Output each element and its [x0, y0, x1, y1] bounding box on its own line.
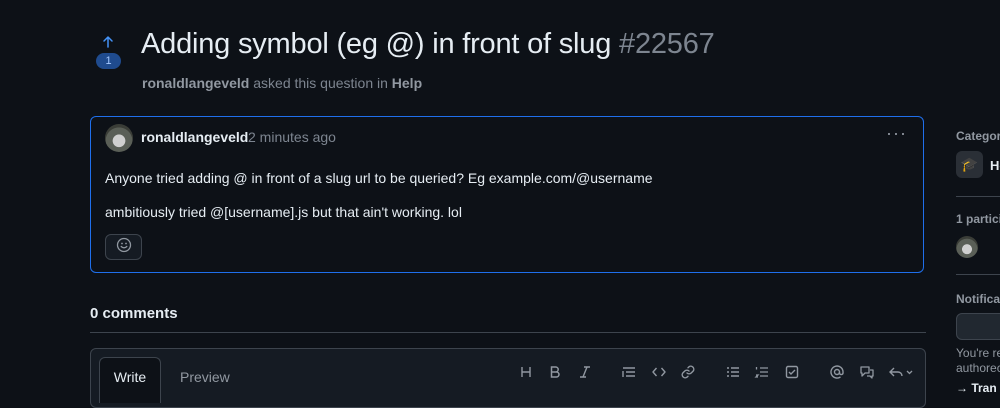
cross-reference-icon[interactable] [858, 363, 876, 381]
post-author[interactable]: ronaldlangeveld [141, 129, 248, 145]
discussion-title: Adding symbol (eg @) in front of slug [141, 28, 612, 60]
divider [956, 196, 1000, 197]
upvote-arrow-icon[interactable] [100, 34, 116, 50]
post-timestamp[interactable]: 2 minutes ago [248, 129, 336, 145]
transfer-link[interactable]: → Tran [956, 381, 997, 395]
vote-count[interactable]: 1 [96, 53, 121, 69]
discussion-post: ronaldlangeveld 2 minutes ago ··· Anyone… [90, 116, 924, 273]
sidebar-notifications-heading: Notificat [956, 292, 1000, 306]
bold-icon[interactable] [546, 363, 564, 381]
asked-text: asked this question in [253, 75, 388, 91]
divider [956, 274, 1000, 275]
tab-preview[interactable]: Preview [180, 369, 230, 385]
notification-line: authorec [956, 361, 1000, 375]
graduation-cap-icon: 🎓 [956, 151, 983, 178]
quote-icon[interactable] [620, 363, 638, 381]
smiley-icon [116, 237, 132, 258]
comments-heading: 0 comments [90, 305, 178, 322]
category-link[interactable]: Help [392, 75, 422, 91]
notification-description: You're re authorec [956, 346, 1000, 376]
transfer-label: Tran [971, 381, 997, 395]
discussion-meta: ronaldlangeveld asked this question in H… [142, 75, 422, 91]
link-icon[interactable] [679, 363, 697, 381]
post-paragraph: ambitiously tried @[username].js but tha… [105, 204, 462, 220]
ordered-list-icon[interactable] [753, 363, 771, 381]
arrow-right-icon: → [956, 381, 968, 395]
avatar[interactable] [105, 124, 133, 152]
discussion-number: #22567 [619, 28, 715, 60]
italic-icon[interactable] [576, 363, 594, 381]
heading-icon[interactable] [517, 363, 535, 381]
mention-icon[interactable] [828, 363, 846, 381]
subscribe-button[interactable] [956, 313, 1000, 340]
comment-editor: Write Preview [90, 348, 926, 408]
sidebar-category-heading: Categor [956, 129, 1000, 143]
sidebar-participants-heading: 1 partici [956, 212, 1000, 226]
page-title: Adding symbol (eg @) in front of slug #2… [141, 28, 715, 61]
author-link[interactable]: ronaldlangeveld [142, 75, 249, 91]
sidebar-category-label[interactable]: He [990, 158, 1000, 173]
kebab-menu-icon[interactable]: ··· [886, 123, 907, 144]
task-list-icon[interactable] [783, 363, 801, 381]
saved-reply-icon[interactable] [888, 363, 914, 381]
add-reaction-button[interactable] [105, 234, 142, 260]
tab-write[interactable]: Write [99, 357, 161, 403]
notification-line: You're re [956, 346, 1000, 360]
participant-avatar[interactable] [956, 236, 978, 258]
post-paragraph: Anyone tried adding @ in front of a slug… [105, 170, 653, 186]
unordered-list-icon[interactable] [724, 363, 742, 381]
divider [90, 332, 926, 333]
code-icon[interactable] [650, 363, 668, 381]
